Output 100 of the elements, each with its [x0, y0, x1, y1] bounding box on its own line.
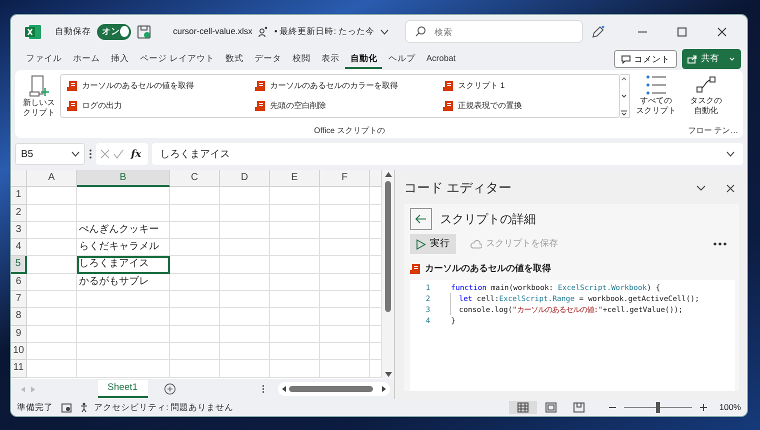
- table-cell[interactable]: [320, 204, 370, 222]
- scrollbar-thumb[interactable]: [385, 181, 391, 312]
- table-cell[interactable]: [220, 239, 270, 256]
- table-cell[interactable]: [27, 187, 77, 205]
- table-cell[interactable]: [77, 291, 170, 308]
- expand-icon[interactable]: [726, 151, 735, 157]
- close-icon[interactable]: [726, 184, 735, 192]
- save-icon[interactable]: [137, 24, 151, 38]
- normal-view-button[interactable]: [509, 401, 538, 414]
- row-header[interactable]: 9: [11, 326, 27, 343]
- table-cell[interactable]: [170, 291, 220, 308]
- table-cell[interactable]: [270, 239, 320, 256]
- column-header[interactable]: F: [320, 170, 370, 188]
- table-cell[interactable]: [270, 274, 320, 292]
- script-item[interactable]: 正規表現での置換: [441, 96, 615, 116]
- table-cell[interactable]: [220, 256, 270, 274]
- row-header[interactable]: 2: [11, 204, 27, 222]
- table-cell[interactable]: [270, 204, 320, 222]
- comment-button[interactable]: コメント: [614, 50, 677, 68]
- menu-tab[interactable]: ページ レイアウト: [135, 48, 220, 70]
- menu-tab[interactable]: 数式: [220, 48, 248, 70]
- table-cell[interactable]: [27, 256, 77, 274]
- table-cell[interactable]: [270, 187, 320, 205]
- scroll-down-icon[interactable]: [384, 372, 392, 377]
- accessibility-status[interactable]: アクセシビリティ: 問題ありません: [94, 401, 234, 414]
- table-cell[interactable]: [27, 326, 77, 343]
- table-cell[interactable]: [270, 360, 320, 378]
- close-icon[interactable]: [717, 26, 727, 36]
- menu-tab[interactable]: 挿入: [106, 48, 134, 70]
- zoom-level[interactable]: 100%: [719, 401, 741, 414]
- table-cell[interactable]: [320, 308, 370, 326]
- table-cell[interactable]: [320, 256, 370, 274]
- search-field[interactable]: 検索: [405, 20, 584, 43]
- table-cell[interactable]: [27, 308, 77, 326]
- table-cell[interactable]: [27, 204, 77, 222]
- menu-tab[interactable]: ヘルプ: [383, 48, 420, 70]
- table-cell[interactable]: [320, 342, 370, 360]
- table-cell[interactable]: [27, 342, 77, 360]
- table-cell[interactable]: [77, 187, 170, 205]
- menu-tab[interactable]: Acrobat: [421, 48, 461, 70]
- menu-tab[interactable]: ファイル: [21, 48, 67, 70]
- table-cell[interactable]: [220, 360, 270, 378]
- column-header[interactable]: A: [27, 170, 77, 188]
- table-cell[interactable]: [270, 308, 320, 326]
- add-sheet-icon[interactable]: [164, 382, 176, 396]
- table-cell[interactable]: [270, 342, 320, 360]
- chevron-down-icon[interactable]: [71, 151, 80, 157]
- back-button[interactable]: [410, 208, 432, 230]
- table-cell[interactable]: [27, 222, 77, 240]
- script-item[interactable]: スクリプト 1: [441, 76, 615, 96]
- table-cell[interactable]: [27, 291, 77, 308]
- table-cell[interactable]: [270, 291, 320, 308]
- zoom-out-icon[interactable]: [609, 404, 616, 411]
- table-cell[interactable]: [220, 187, 270, 205]
- table-cell[interactable]: [77, 360, 170, 378]
- expand-gallery-icon[interactable]: [620, 109, 628, 117]
- maximize-icon[interactable]: [677, 26, 687, 36]
- table-cell[interactable]: [320, 274, 370, 292]
- zoom-in-icon[interactable]: [700, 404, 708, 411]
- table-cell[interactable]: [170, 256, 220, 274]
- menu-tab[interactable]: データ: [249, 48, 286, 70]
- next-sheet-icon[interactable]: [31, 386, 36, 392]
- script-item[interactable]: カーソルのあるセルのカラーを取得: [253, 76, 441, 96]
- table-cell[interactable]: [170, 222, 220, 240]
- column-header[interactable]: D: [220, 170, 270, 188]
- table-cell[interactable]: かるがもサブレ: [77, 274, 170, 292]
- table-cell[interactable]: [170, 239, 220, 256]
- script-item[interactable]: カーソルのあるセルの値を取得: [65, 76, 253, 96]
- table-cell[interactable]: [77, 342, 170, 360]
- table-cell[interactable]: [320, 291, 370, 308]
- table-cell[interactable]: [170, 360, 220, 378]
- menu-tab[interactable]: 校閲: [287, 48, 316, 70]
- column-header[interactable]: E: [270, 170, 320, 188]
- previous-sheet-icon[interactable]: [21, 386, 26, 392]
- table-cell[interactable]: [270, 222, 320, 240]
- autosave-toggle[interactable]: オン: [97, 24, 131, 40]
- table-cell[interactable]: ぺんぎんクッキー: [77, 222, 170, 240]
- run-button[interactable]: 実行: [410, 234, 456, 254]
- scroll-up-icon[interactable]: [620, 75, 628, 83]
- menu-tab[interactable]: ホーム: [68, 48, 105, 70]
- share-button[interactable]: 共有: [682, 49, 741, 69]
- table-cell[interactable]: [27, 274, 77, 292]
- insert-function-button[interactable]: fx: [131, 146, 142, 162]
- scroll-left-icon[interactable]: [282, 386, 286, 392]
- row-header[interactable]: 6: [11, 274, 27, 292]
- table-cell[interactable]: [220, 291, 270, 308]
- table-cell[interactable]: [320, 187, 370, 205]
- table-cell[interactable]: [170, 204, 220, 222]
- table-cell[interactable]: らくだキャラメル: [77, 239, 170, 256]
- table-cell[interactable]: [220, 342, 270, 360]
- column-header[interactable]: C: [170, 170, 220, 188]
- table-cell[interactable]: [77, 326, 170, 343]
- menu-tab[interactable]: 表示: [316, 48, 344, 70]
- table-cell[interactable]: [77, 308, 170, 326]
- all-scripts-button[interactable]: すべての スクリプト: [634, 74, 678, 124]
- more-icon[interactable]: [713, 242, 727, 246]
- table-cell[interactable]: [320, 222, 370, 240]
- table-cell[interactable]: [170, 342, 220, 360]
- table-cell[interactable]: [170, 187, 220, 205]
- scroll-right-icon[interactable]: [382, 386, 386, 392]
